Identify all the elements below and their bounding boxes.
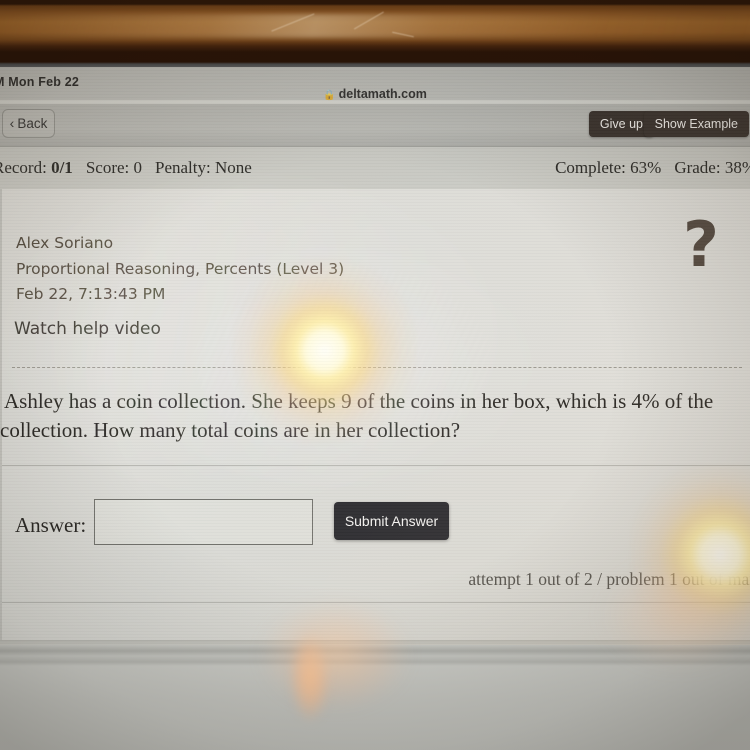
device-top-bezel — [0, 0, 750, 67]
penalty-value: None — [214, 158, 252, 177]
score-label: Score: — [85, 158, 130, 177]
stats-right: Complete: 63% Grade: 38% — [555, 158, 750, 178]
lens-flare-streak — [290, 632, 330, 722]
back-button-label: Back — [17, 116, 48, 131]
url-text: deltamath.com — [338, 87, 427, 101]
photo-of-screen: M Mon Feb 22 🔒 deltamath.com ‹ Back Give … — [0, 0, 750, 750]
question-mark-icon[interactable]: ? — [683, 214, 719, 276]
grade-label: Grade: — [674, 158, 721, 177]
panel-bottom-divider — [2, 602, 750, 603]
show-example-button[interactable]: Show Example — [643, 111, 749, 137]
answer-label: Answer: — [15, 513, 87, 537]
record-label: Record: — [0, 158, 47, 177]
grade-value: 38% — [724, 158, 750, 177]
give-up-label: Give up — [599, 117, 643, 131]
stats-bar: Record: 0/1 Score: 0 Penalty: None Complet… — [0, 147, 750, 190]
screen-area: M Mon Feb 22 🔒 deltamath.com ‹ Back Give … — [0, 67, 750, 645]
dotted-divider — [12, 367, 742, 368]
attempt-status: attempt 1 out of 2 / problem 1 out of ma… — [468, 569, 750, 589]
submit-answer-button[interactable]: Submit Answer — [334, 502, 449, 540]
device-bottom-surface — [0, 632, 750, 750]
answer-input[interactable] — [94, 499, 313, 545]
assignment-meta: Alex Soriano Proportional Reasoning, Per… — [16, 231, 344, 308]
chevron-left-icon: ‹ — [9, 115, 15, 131]
back-button[interactable]: ‹ Back — [2, 109, 55, 138]
ios-status-bar: M Mon Feb 22 🔒 deltamath.com — [0, 67, 750, 101]
student-name: Alex Soriano — [16, 234, 114, 252]
assignment-topic: Proportional Reasoning, Percents (Level … — [16, 259, 345, 278]
watch-help-video-link[interactable]: Watch help video — [14, 319, 161, 339]
lock-icon: 🔒 — [323, 90, 336, 101]
assignment-timestamp: Feb 22, 7:13:43 PM — [16, 285, 166, 303]
answer-row: Answer: Submit Answer — [2, 499, 750, 555]
complete-value: 63% — [630, 158, 662, 177]
penalty-label: Penalty: — [155, 158, 211, 177]
complete-label: Complete: — [555, 158, 626, 177]
problem-text: Ashley has a coin collection. She keeps … — [0, 387, 750, 445]
problem-panel: Alex Soriano Proportional Reasoning, Per… — [0, 189, 750, 645]
section-divider — [2, 465, 750, 466]
problem-text-value: Ashley has a coin collection. She keeps … — [0, 389, 714, 442]
score-value: 0 — [133, 158, 143, 177]
show-example-label: Show Example — [654, 117, 738, 131]
stats-left: Record: 0/1 Score: 0 Penalty: None — [0, 158, 252, 178]
record-value: 0/1 — [51, 158, 73, 177]
